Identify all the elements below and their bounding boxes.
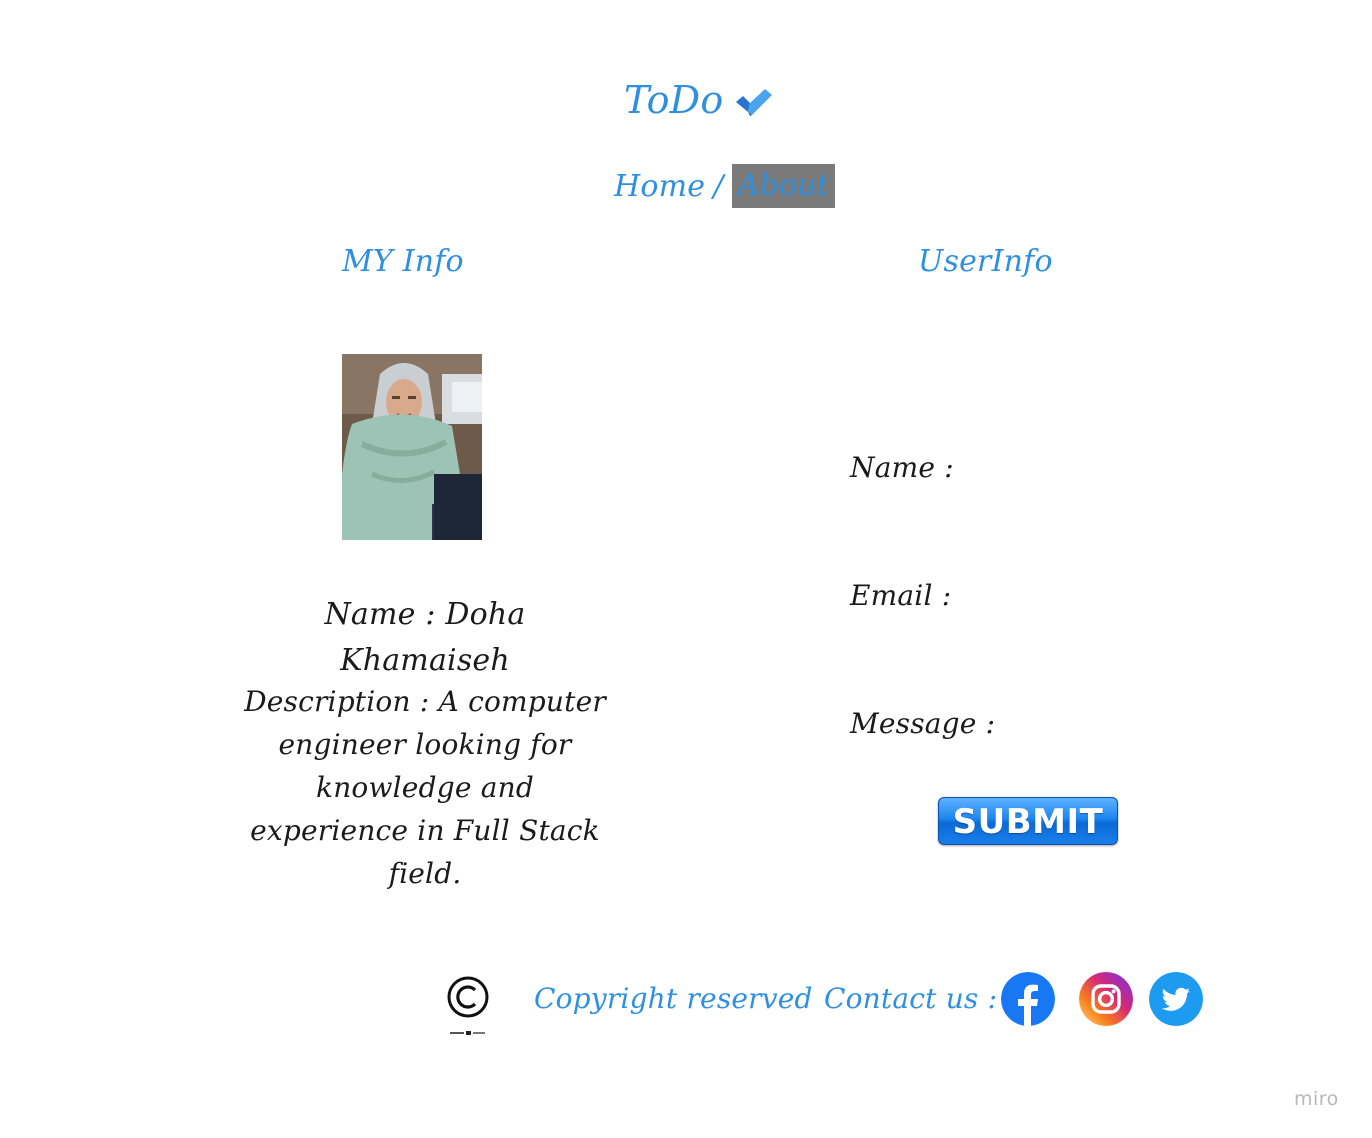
nav-home-link[interactable]: Home <box>614 169 705 204</box>
email-label: Email : <box>850 579 952 612</box>
nav-separator: / <box>713 168 724 204</box>
contact-label: Contact us : <box>824 982 998 1015</box>
name-label: Name : <box>850 451 954 484</box>
user-info-title: UserInfo <box>918 244 1053 279</box>
my-info-title: MY Info <box>342 244 464 279</box>
profile-photo <box>342 354 482 540</box>
my-description: Description : A computer engineer lookin… <box>244 685 606 890</box>
miro-watermark: miro <box>1294 1088 1339 1110</box>
instagram-icon[interactable] <box>1079 972 1133 1026</box>
check-icon <box>736 89 772 116</box>
message-label: Message : <box>850 707 996 740</box>
submit-button[interactable]: SUBMIT <box>938 797 1118 845</box>
logo-text: ToDo <box>624 78 724 122</box>
main-nav: Home / About <box>614 164 835 208</box>
copyright-fineprint-mark <box>450 1031 485 1035</box>
copyright-text: Copyright reserved <box>534 982 813 1015</box>
twitter-icon[interactable] <box>1149 972 1203 1026</box>
facebook-icon[interactable] <box>1001 972 1055 1026</box>
my-name: Name : Doha Khamaiseh <box>324 597 526 678</box>
copyright-icon <box>447 976 489 1018</box>
nav-about-link[interactable]: About <box>731 164 835 208</box>
